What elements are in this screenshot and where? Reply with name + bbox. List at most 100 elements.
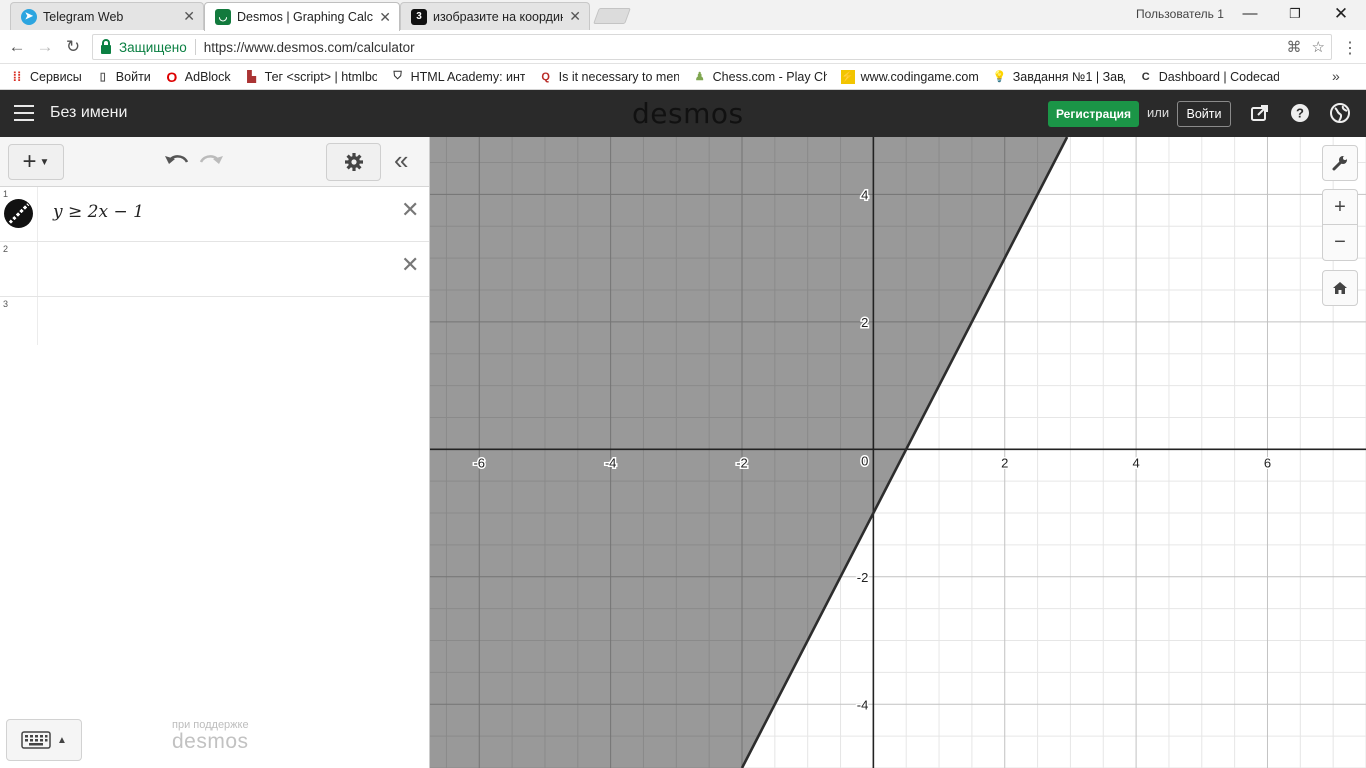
- lock-icon: [101, 38, 111, 54]
- delete-expression-icon[interactable]: ✕: [401, 197, 419, 223]
- or-label: или: [1147, 105, 1170, 120]
- y-tick-label: 2: [861, 315, 868, 330]
- profile-name[interactable]: Пользователь 1: [1136, 7, 1224, 21]
- x-tick-label: 2: [1001, 455, 1008, 470]
- keypad-toggle-button[interactable]: ▲: [6, 719, 82, 761]
- x-tick-label: 4: [1132, 455, 1139, 470]
- tab-telegram[interactable]: ➤ Telegram Web ✕: [10, 2, 204, 30]
- settings-button[interactable]: [326, 143, 381, 181]
- expression-index: 2: [3, 244, 9, 254]
- tab-title: Telegram Web: [43, 9, 124, 24]
- desmos-header: Без имени desmos Регистрация или Войти ?: [0, 90, 1366, 137]
- share-icon[interactable]: [1249, 102, 1271, 124]
- browser-menu-icon[interactable]: ⋮: [1342, 38, 1358, 58]
- browser-toolbar: ← → ↻ Защищено https://www.desmos.com/ca…: [0, 30, 1366, 64]
- bookmark-item[interactable]: QIs it necessary to mention: [539, 70, 678, 84]
- close-tab-icon[interactable]: ✕: [569, 8, 581, 25]
- tab-znanija[interactable]: 3 изобразите на координатной ✕: [400, 2, 590, 30]
- undo-icon[interactable]: [163, 150, 191, 174]
- translate-icon[interactable]: ⌘: [1287, 38, 1302, 56]
- forward-icon[interactable]: →: [34, 36, 56, 58]
- url-text: https://www.desmos.com/calculator: [203, 39, 415, 55]
- language-globe-icon[interactable]: [1329, 102, 1351, 124]
- close-tab-icon[interactable]: ✕: [183, 8, 195, 25]
- color-swatch-icon[interactable]: [4, 199, 33, 228]
- expression-index: 3: [3, 299, 9, 309]
- x-tick-label: -2: [736, 455, 748, 470]
- back-icon[interactable]: ←: [6, 36, 28, 58]
- bookmark-item[interactable]: ⚡ www.codingame.com: [840, 69, 979, 84]
- collapse-panel-icon[interactable]: «: [394, 147, 408, 173]
- expression-toolbar: + ▼ «: [0, 137, 429, 187]
- delete-expression-icon[interactable]: ✕: [401, 252, 419, 278]
- caret-down-icon: ▼: [39, 156, 50, 168]
- plus-icon: +: [22, 148, 37, 175]
- znanija-favicon-icon: 3: [411, 8, 427, 25]
- tab-title: изобразите на координатной: [433, 9, 563, 24]
- add-item-button[interactable]: + ▼: [8, 144, 64, 180]
- tab-title: Desmos | Graphing Calculator: [237, 10, 373, 24]
- bookmark-item[interactable]: 💡Завдання №1 | Завдання: [993, 70, 1125, 84]
- bookmark-item[interactable]: ♟Chess.com - Play Chess: [693, 70, 827, 84]
- browser-tab-strip: ➤ Telegram Web ✕ ◡ Desmos | Graphing Cal…: [0, 0, 1366, 31]
- expression-row[interactable]: 2 ✕: [0, 242, 429, 297]
- zoom-in-button[interactable]: +: [1322, 189, 1358, 225]
- bookmark-item[interactable]: CDashboard | Codecademy: [1139, 70, 1279, 84]
- bookmarks-overflow-icon[interactable]: »: [1332, 68, 1340, 84]
- caret-up-icon: ▲: [57, 734, 67, 746]
- desmos-favicon-icon: ◡: [215, 9, 231, 25]
- close-tab-icon[interactable]: ✕: [379, 9, 391, 26]
- minimize-icon[interactable]: —: [1240, 4, 1260, 24]
- htmlbook-icon: ▙: [247, 71, 256, 83]
- bookmark-item[interactable]: ▙Тег <script> | htmlbook: [245, 70, 376, 84]
- shield-icon: ⛉: [393, 70, 402, 82]
- home-button[interactable]: [1322, 270, 1358, 306]
- x-tick-label: 6: [1264, 455, 1271, 470]
- powered-by-logo: desmos: [172, 730, 249, 753]
- home-icon: [1333, 282, 1347, 294]
- bookmark-item[interactable]: ▯ Войти: [96, 70, 151, 84]
- bookmark-item[interactable]: ⛉HTML Academy: интерактивные: [391, 70, 525, 84]
- omnibox-divider: [194, 39, 196, 55]
- y-tick-label: -4: [857, 697, 869, 712]
- opera-icon: O: [166, 69, 178, 84]
- plus-icon: +: [1334, 195, 1346, 218]
- expression-row[interactable]: 3: [0, 297, 429, 345]
- expression-input[interactable]: y ≥ 2x − 1: [53, 202, 144, 222]
- graph-title[interactable]: Без имени: [50, 104, 127, 122]
- chess-pawn-icon: ♟: [694, 71, 705, 83]
- origin-label: 0: [861, 453, 868, 468]
- keyboard-icon: [21, 731, 51, 749]
- hamburger-menu-icon[interactable]: [14, 105, 34, 121]
- wrench-icon: [1332, 156, 1347, 171]
- graph-settings-button[interactable]: [1322, 145, 1358, 181]
- register-button[interactable]: Регистрация: [1048, 101, 1139, 127]
- graph-canvas[interactable]: -6 -4 -2 2 4 6 4 2 -2 -4 0: [430, 137, 1366, 768]
- tab-desmos[interactable]: ◡ Desmos | Graphing Calculator ✕: [204, 2, 400, 31]
- bookmark-item[interactable]: ⁞⁞ Сервисы: [10, 70, 82, 84]
- bookmark-item[interactable]: O AdBlock: [165, 69, 230, 84]
- new-tab-button[interactable]: [593, 8, 631, 24]
- zoom-out-button[interactable]: −: [1322, 225, 1358, 261]
- desmos-logo: desmos: [632, 97, 744, 130]
- expression-row[interactable]: 1 y ≥ 2x − 1 ✕: [0, 187, 429, 242]
- help-icon[interactable]: ?: [1289, 102, 1311, 124]
- address-bar[interactable]: Защищено https://www.desmos.com/calculat…: [92, 34, 1332, 60]
- login-button[interactable]: Войти: [1177, 101, 1231, 127]
- close-window-icon[interactable]: ✕: [1331, 4, 1351, 24]
- reload-icon[interactable]: ↻: [62, 36, 84, 58]
- graph-paper[interactable]: -6 -4 -2 2 4 6 4 2 -2 -4 0: [430, 137, 1366, 768]
- svg-text:?: ?: [1296, 106, 1304, 121]
- restore-icon[interactable]: ❐: [1285, 4, 1305, 24]
- codingame-icon: ⚡: [840, 69, 855, 84]
- bookmark-star-icon[interactable]: ☆: [1312, 38, 1325, 56]
- codecademy-icon: C: [1141, 70, 1150, 83]
- gear-icon: [344, 153, 363, 171]
- expression-index: 1: [3, 189, 9, 199]
- page-icon: ▯: [99, 71, 106, 83]
- secure-label: Защищено: [119, 39, 187, 55]
- expression-panel: + ▼ « 1 y ≥ 2x − 1 ✕ 2 ✕ 3 ▲ при поддерж…: [0, 137, 430, 768]
- powered-by[interactable]: при поддержке desmos: [172, 719, 249, 753]
- bookmarks-bar: ⁞⁞ Сервисы ▯ Войти O AdBlock ▙ Тег <script> …: [0, 64, 1366, 90]
- redo-icon[interactable]: [197, 150, 225, 174]
